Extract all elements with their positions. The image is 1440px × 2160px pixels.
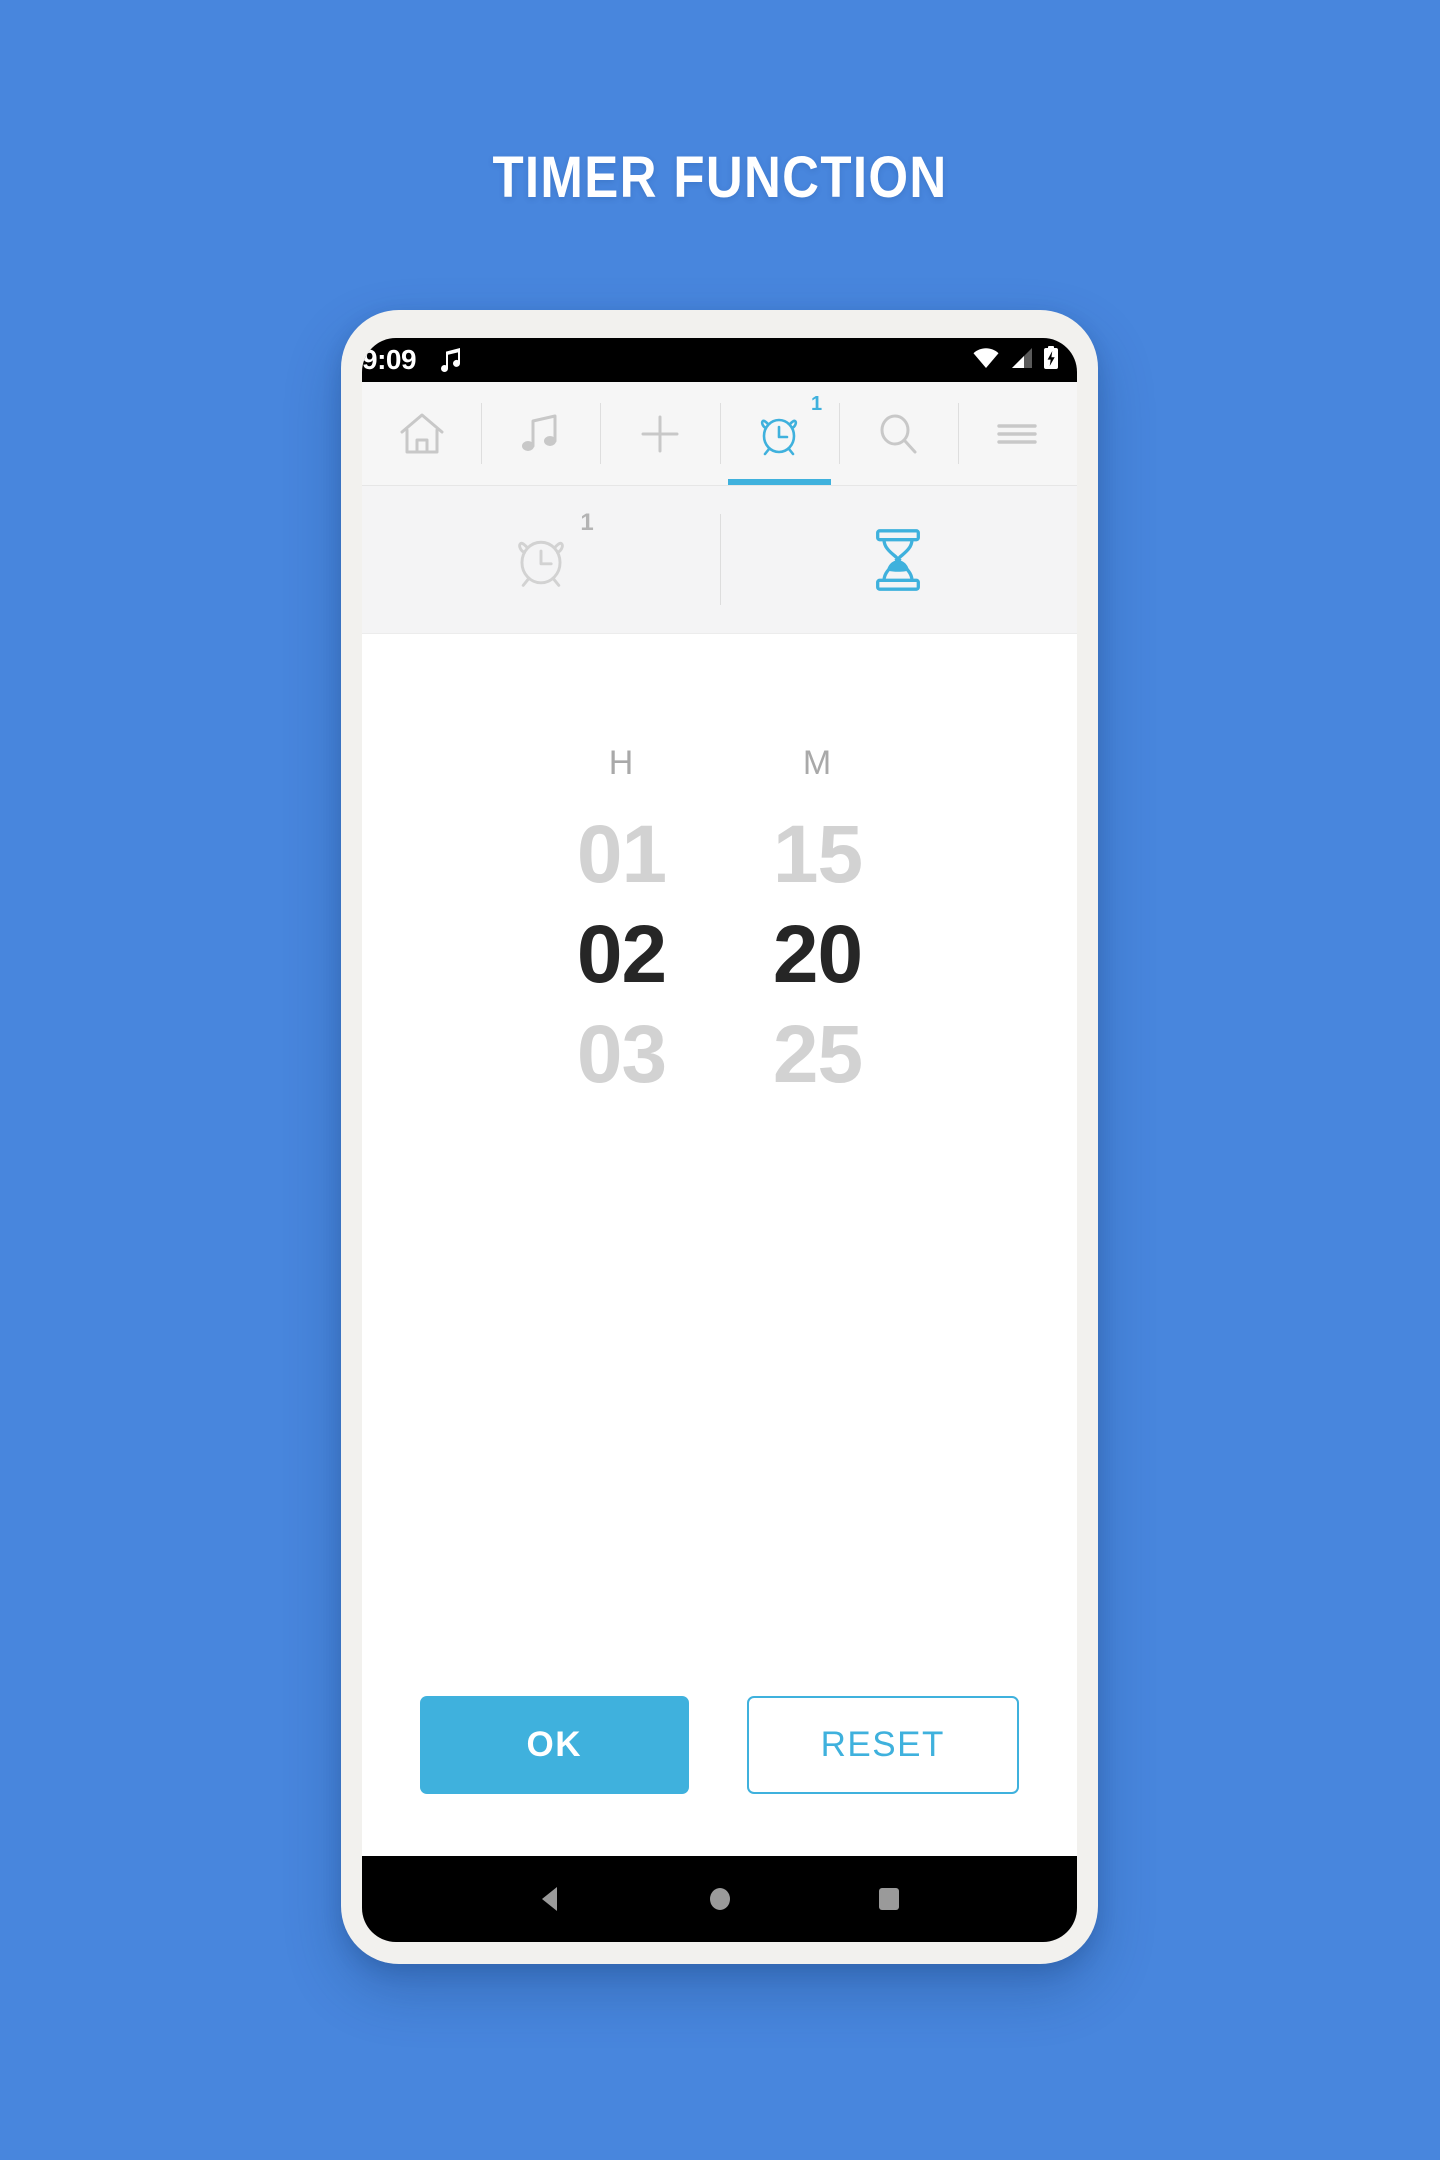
plus-icon (634, 408, 686, 460)
picker-minutes-selected[interactable]: 20 (773, 905, 863, 1005)
status-bar-clock: 9:09 (362, 344, 417, 375)
action-button-row: OK RESET (362, 1696, 1077, 1794)
hourglass-icon (868, 527, 928, 593)
battery-charging-icon (1043, 345, 1059, 375)
sub-navigation-bar: 1 (362, 486, 1077, 634)
picker-label-minutes: M (802, 744, 833, 782)
timer-content-area: H 01 02 03 M 15 20 25 OK RESET (362, 634, 1077, 1856)
picker-minutes-next[interactable]: 25 (773, 1005, 863, 1105)
picker-hours-next[interactable]: 03 (577, 1005, 667, 1105)
music-note-icon (438, 346, 464, 374)
page-title: TIMER FUNCTION (492, 145, 948, 210)
alarm-clock-icon: 1 (508, 510, 594, 593)
home-icon (396, 408, 448, 460)
nav-item-add[interactable] (600, 382, 719, 485)
top-navigation-bar: 1 (362, 382, 1077, 486)
back-triangle-icon[interactable] (534, 1882, 568, 1916)
ok-button[interactable]: OK (420, 1696, 689, 1794)
nav-item-alarm[interactable]: 1 (719, 382, 839, 485)
alarm-badge-count: 1 (810, 392, 823, 415)
wifi-icon (972, 347, 1000, 374)
music-note-icon (515, 408, 567, 460)
sub-tab-alarm[interactable]: 1 (362, 486, 720, 633)
recents-square-icon[interactable] (872, 1882, 906, 1916)
status-bar: 9:09 (362, 338, 1077, 382)
status-bar-indicators (972, 345, 1059, 375)
search-icon (872, 408, 924, 460)
picker-hours-previous[interactable]: 01 (577, 805, 667, 905)
sub-tab-alarm-badge-count: 1 (580, 508, 594, 536)
android-navigation-bar (362, 1856, 1077, 1942)
nav-item-home[interactable] (362, 382, 481, 485)
reset-button[interactable]: RESET (746, 1696, 1019, 1794)
picker-column-hours: H 01 02 03 (524, 744, 720, 1105)
nav-item-music[interactable] (481, 382, 600, 485)
hamburger-menu-icon (991, 408, 1043, 460)
phone-device-frame: 9:09 1 1 H 01 02 03 M 15 20 25 OK RESET (341, 310, 1098, 1964)
picker-minutes-previous[interactable]: 15 (773, 805, 863, 905)
picker-hours-selected[interactable]: 02 (577, 905, 667, 1005)
cellular-signal-icon (1009, 347, 1034, 374)
home-circle-icon[interactable] (703, 1882, 737, 1916)
nav-item-menu[interactable] (957, 382, 1077, 485)
alarm-clock-icon: 1 (753, 394, 822, 460)
phone-screen: 9:09 1 1 H 01 02 03 M 15 20 25 OK RESET (362, 338, 1077, 1942)
nav-item-search[interactable] (838, 382, 958, 485)
picker-column-minutes: M 15 20 25 (720, 744, 916, 1105)
timer-picker: H 01 02 03 M 15 20 25 (362, 744, 1077, 1105)
sub-tab-timer[interactable] (719, 486, 1078, 633)
picker-label-hours: H (608, 744, 635, 782)
